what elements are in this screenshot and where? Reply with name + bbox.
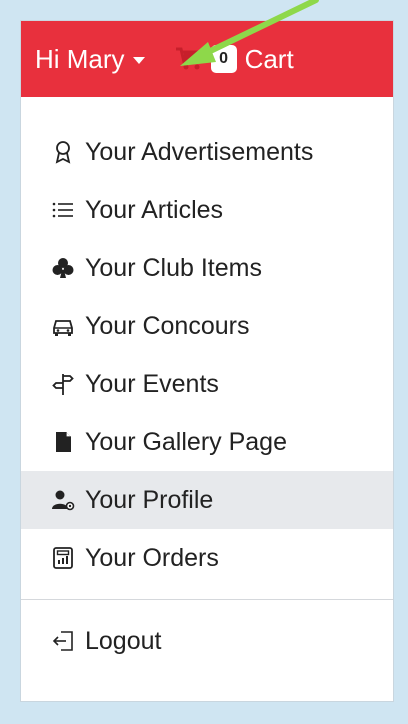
cart-count-badge: 0 (210, 45, 237, 73)
logout-icon (52, 631, 73, 651)
menu-item-label: Your Concours (85, 311, 250, 340)
user-menu-toggle[interactable]: Hi Mary (35, 44, 145, 75)
shopping-cart-icon (175, 47, 204, 70)
cart-link[interactable]: 0 Cart (175, 44, 294, 75)
club-icon (52, 258, 74, 278)
menu-item-gallery-page[interactable]: Your Gallery Page (21, 413, 393, 471)
file-icon (56, 432, 71, 452)
menu-item-profile[interactable]: Your Profile (21, 471, 393, 529)
logout-label: Logout (85, 626, 162, 655)
top-bar: Hi Mary 0 Cart (21, 21, 393, 97)
menu-item-logout[interactable]: Logout (21, 612, 393, 670)
menu-item-label: Your Gallery Page (85, 427, 287, 456)
menu-item-label: Your Orders (85, 543, 219, 572)
menu-item-events[interactable]: Your Events (21, 355, 393, 413)
menu-item-club-items[interactable]: Your Club Items (21, 239, 393, 297)
receipt-icon (53, 547, 73, 569)
menu-item-advertisements[interactable]: Your Advertisements (21, 123, 393, 181)
menu-item-concours[interactable]: Your Concours (21, 297, 393, 355)
car-icon (53, 320, 73, 336)
caret-down-icon (132, 56, 145, 64)
menu-item-label: Your Articles (85, 195, 224, 224)
user-gear-icon (52, 490, 75, 511)
award-icon (55, 141, 71, 164)
list-icon (52, 202, 73, 218)
menu-item-label: Your Profile (85, 485, 214, 514)
menu-item-articles[interactable]: Your Articles (21, 181, 393, 239)
user-dropdown-frame: Hi Mary 0 Cart Your Advertisements Your … (20, 20, 394, 702)
menu-item-label: Your Events (85, 369, 219, 398)
cart-label: Cart (244, 43, 294, 74)
dropdown-menu: Your Advertisements Your Articles Your C… (21, 123, 393, 670)
menu-divider (21, 599, 393, 600)
menu-item-label: Your Advertisements (85, 137, 314, 166)
signpost-icon (52, 374, 74, 395)
greeting-text: Hi Mary (35, 43, 125, 74)
menu-item-label: Your Club Items (85, 253, 262, 282)
menu-item-orders[interactable]: Your Orders (21, 529, 393, 587)
